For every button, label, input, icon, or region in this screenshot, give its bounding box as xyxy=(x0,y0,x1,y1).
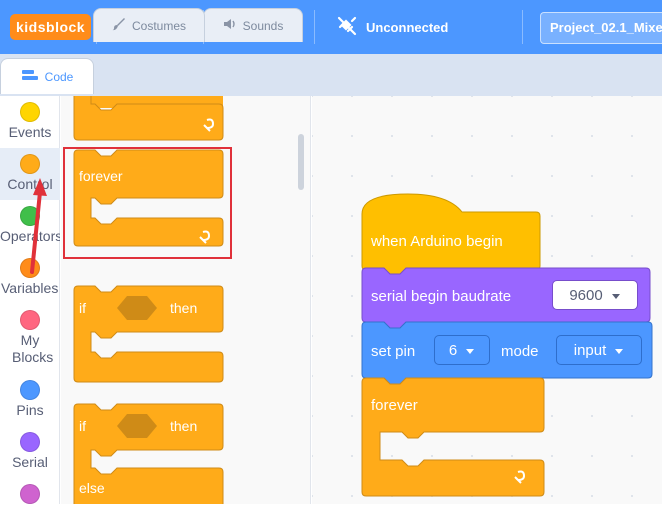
tab-sounds[interactable]: Sounds xyxy=(203,8,303,42)
category-label: Operators xyxy=(0,228,60,244)
category-events[interactable]: Events xyxy=(0,102,60,152)
kidsblock-logo[interactable]: kidsblock xyxy=(10,14,92,40)
pin-dropdown[interactable]: 6 xyxy=(434,335,490,365)
pin-value: 6 xyxy=(448,341,458,359)
my-blocks-dot xyxy=(20,310,40,330)
category-menu: Events Control Operators Variables My Bl… xyxy=(0,96,60,504)
serial-dot xyxy=(20,432,40,452)
category-label: Events xyxy=(8,124,52,140)
tab-code[interactable]: Code xyxy=(0,58,94,94)
operators-dot xyxy=(20,206,40,226)
palette-block-if-then[interactable] xyxy=(73,285,224,383)
palette-scrollbar[interactable] xyxy=(298,134,304,190)
block-palette: forever if then if then else xyxy=(61,96,311,504)
then-label: then xyxy=(170,418,198,434)
category-label: Control xyxy=(7,176,53,192)
chevron-down-icon xyxy=(614,342,624,359)
if-label: if xyxy=(79,300,86,316)
set-pin-label: set pin xyxy=(371,343,416,360)
variables-dot xyxy=(20,258,40,278)
if-label: if xyxy=(79,418,86,434)
palette-block-forever[interactable] xyxy=(73,149,224,247)
editor-tabs xyxy=(0,54,662,96)
more-dot xyxy=(20,484,40,504)
tab-sounds-label: Sounds xyxy=(242,18,284,33)
mode-value: input xyxy=(573,341,607,359)
category-control[interactable]: Control xyxy=(0,148,60,200)
forever-label: forever xyxy=(79,168,123,184)
category-pins[interactable]: Pins xyxy=(0,380,60,430)
forever-label: forever xyxy=(371,397,418,414)
category-label: Serial xyxy=(12,454,48,470)
category-label: Variables xyxy=(1,280,59,296)
code-icon xyxy=(21,69,39,84)
tab-costumes-label: Costumes xyxy=(131,18,187,33)
control-dot xyxy=(20,154,40,174)
category-operators[interactable]: Operators xyxy=(0,206,60,256)
script-workspace[interactable]: when Arduino begin serial begin baudrate… xyxy=(312,96,662,504)
pins-dot xyxy=(20,380,40,400)
mode-dropdown[interactable]: input xyxy=(556,335,642,365)
connection-menu[interactable]: Unconnected xyxy=(336,0,448,54)
category-more[interactable] xyxy=(0,484,60,514)
speaker-icon xyxy=(223,18,237,33)
category-serial[interactable]: Serial xyxy=(0,432,60,482)
menu-divider xyxy=(522,10,523,44)
menu-divider xyxy=(314,10,315,44)
category-label: Pins xyxy=(16,402,44,418)
serial-begin-label: serial begin baudrate xyxy=(371,288,512,305)
project-title-input[interactable]: Project_02.1_Mixer xyxy=(540,12,662,44)
tab-code-label: Code xyxy=(44,69,74,84)
baud-rate-value: 9600 xyxy=(569,286,603,304)
chevron-down-icon xyxy=(611,287,621,304)
category-my-blocks[interactable]: My Blocks xyxy=(0,310,60,370)
chevron-down-icon xyxy=(465,342,475,359)
baud-rate-dropdown[interactable]: 9600 xyxy=(552,280,638,310)
brush-icon xyxy=(112,17,126,34)
category-label: My Blocks xyxy=(12,332,54,365)
events-dot xyxy=(20,102,40,122)
connection-label: Unconnected xyxy=(366,19,449,35)
category-variables[interactable]: Variables xyxy=(0,258,60,308)
then-label: then xyxy=(170,300,198,316)
unplugged-icon xyxy=(336,15,358,40)
palette-block-partial[interactable] xyxy=(73,96,224,141)
else-label: else xyxy=(79,480,105,496)
tab-costumes[interactable]: Costumes xyxy=(93,8,205,42)
mode-label: mode xyxy=(501,343,539,360)
hat-block-label: when Arduino begin xyxy=(371,233,503,250)
